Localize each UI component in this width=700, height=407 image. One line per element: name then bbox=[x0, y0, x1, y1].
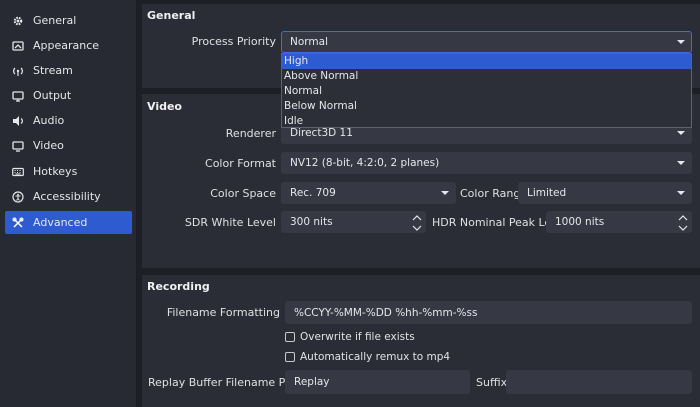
color-space-label: Color Space bbox=[210, 187, 276, 200]
keyboard-icon bbox=[11, 165, 25, 179]
sidebar-item-label: Video bbox=[33, 139, 64, 152]
process-priority-label: Process Priority bbox=[191, 35, 276, 48]
suffix-input[interactable] bbox=[506, 370, 692, 394]
section-title-video: Video bbox=[147, 100, 182, 113]
sidebar-item-label: Accessibility bbox=[33, 190, 101, 203]
sdr-white-level-value: 300 nits bbox=[290, 216, 333, 228]
color-space-value: Rec. 709 bbox=[290, 187, 336, 199]
chevron-down-icon bbox=[677, 131, 685, 135]
speaker-icon bbox=[11, 114, 25, 128]
dropdown-option-idle[interactable]: Idle bbox=[282, 114, 691, 129]
sidebar-item-general[interactable]: General bbox=[5, 9, 132, 32]
sidebar-item-label: Advanced bbox=[33, 216, 88, 229]
hdr-peak-level-value: 1000 nits bbox=[555, 216, 605, 228]
sidebar-item-audio[interactable]: Audio bbox=[5, 109, 132, 132]
color-space-select[interactable]: Rec. 709 bbox=[281, 182, 456, 204]
sidebar-item-label: Audio bbox=[33, 114, 65, 127]
sidebar-item-hotkeys[interactable]: Hotkeys bbox=[5, 160, 132, 183]
sidebar-item-output[interactable]: Output bbox=[5, 84, 132, 107]
renderer-label: Renderer bbox=[225, 127, 276, 140]
color-format-label: Color Format bbox=[205, 157, 276, 170]
sidebar-item-appearance[interactable]: Appearance bbox=[5, 34, 132, 57]
sidebar-item-label: General bbox=[33, 14, 77, 27]
replay-prefix-value: Replay bbox=[294, 376, 330, 388]
dropdown-option-above-normal[interactable]: Above Normal bbox=[282, 69, 691, 84]
color-range-select[interactable]: Limited bbox=[518, 182, 692, 204]
process-priority-value: Normal bbox=[290, 36, 328, 48]
sidebar-item-label: Stream bbox=[33, 64, 73, 77]
overwrite-checkbox[interactable] bbox=[285, 332, 295, 342]
chevron-down-icon bbox=[677, 40, 685, 44]
overwrite-label: Overwrite if file exists bbox=[300, 331, 415, 343]
filename-formatting-label: Filename Formatting bbox=[166, 306, 280, 319]
color-format-select[interactable]: NV12 (8-bit, 4:2:0, 2 planes) bbox=[281, 152, 692, 174]
antenna-icon bbox=[11, 64, 25, 78]
chevron-down-icon bbox=[677, 191, 685, 195]
accessibility-icon bbox=[11, 190, 25, 204]
section-title-recording: Recording bbox=[147, 280, 210, 293]
dropdown-option-normal[interactable]: Normal bbox=[282, 84, 691, 99]
suffix-label: Suffix bbox=[476, 376, 508, 389]
section-title-general: General bbox=[147, 9, 196, 22]
sdr-white-level-spinbox[interactable]: 300 nits bbox=[281, 211, 426, 233]
monitor-icon bbox=[11, 139, 25, 153]
output-icon bbox=[11, 89, 25, 103]
tools-icon bbox=[11, 216, 25, 230]
sdr-white-level-label: SDR White Level bbox=[184, 216, 276, 229]
spin-arrows-icon[interactable] bbox=[409, 212, 425, 234]
filename-formatting-value: %CCYY-%MM-%DD %hh-%mm-%ss bbox=[294, 306, 478, 319]
remux-label: Automatically remux to mp4 bbox=[300, 351, 451, 363]
filename-formatting-input[interactable]: %CCYY-%MM-%DD %hh-%mm-%ss bbox=[285, 301, 692, 324]
process-priority-select[interactable]: Normal bbox=[281, 31, 692, 53]
dropdown-option-below-normal[interactable]: Below Normal bbox=[282, 99, 691, 114]
sidebar-item-accessibility[interactable]: Accessibility bbox=[5, 185, 132, 208]
replay-prefix-label: Replay Buffer Filename Prefix bbox=[148, 376, 310, 389]
hdr-peak-level-spinbox[interactable]: 1000 nits bbox=[546, 211, 692, 233]
color-range-value: Limited bbox=[527, 187, 567, 199]
remux-checkbox[interactable] bbox=[285, 352, 295, 362]
replay-prefix-input[interactable]: Replay bbox=[285, 370, 470, 394]
chevron-down-icon bbox=[677, 161, 685, 165]
sidebar-item-stream[interactable]: Stream bbox=[5, 59, 132, 82]
spin-arrows-icon[interactable] bbox=[675, 212, 691, 234]
appearance-icon bbox=[11, 39, 25, 53]
settings-sidebar: General Appearance Stream Output Audio V… bbox=[0, 0, 137, 407]
process-priority-dropdown: High Above Normal Normal Below Normal Id… bbox=[281, 53, 692, 128]
gear-icon bbox=[11, 14, 25, 28]
color-format-value: NV12 (8-bit, 4:2:0, 2 planes) bbox=[290, 157, 440, 169]
sidebar-item-video[interactable]: Video bbox=[5, 134, 132, 157]
sidebar-item-label: Hotkeys bbox=[33, 165, 78, 178]
dropdown-option-high[interactable]: High bbox=[282, 54, 691, 69]
sidebar-item-advanced[interactable]: Advanced bbox=[5, 211, 132, 234]
sidebar-item-label: Appearance bbox=[33, 39, 100, 52]
chevron-down-icon bbox=[441, 191, 449, 195]
sidebar-item-label: Output bbox=[33, 89, 72, 102]
